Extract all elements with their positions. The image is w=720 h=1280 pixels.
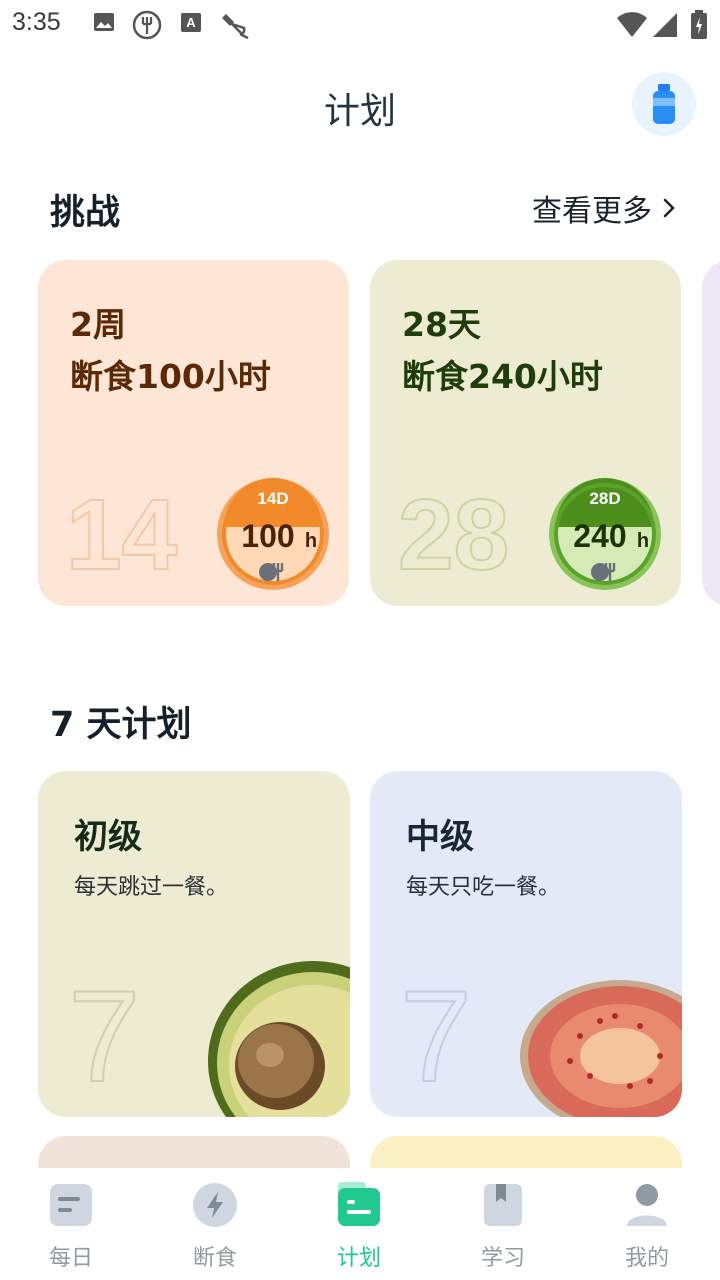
challenge-badge: 28D 240 h <box>549 478 661 590</box>
text-a-icon: A <box>181 13 201 32</box>
big-number-text: 14 <box>66 485 178 585</box>
avocado-image <box>208 961 350 1117</box>
status-time: 3:35 <box>12 8 61 36</box>
badge-hours: 240 <box>573 518 626 554</box>
image-icon <box>94 13 114 31</box>
challenge-section-title: 挑战 <box>50 193 121 233</box>
lightning-icon <box>193 1183 237 1227</box>
challenge-card-duration: 2周 <box>70 305 126 344</box>
plans-section-title: 7 天计划 <box>50 705 192 745</box>
profile-icon <box>627 1184 667 1226</box>
badge-unit: h <box>305 530 317 552</box>
nav-item-profile[interactable]: 我的 <box>592 1182 702 1272</box>
cell-signal-icon <box>653 13 677 37</box>
challenge-card-goal: 断食240小时 <box>402 357 603 396</box>
big-number-graphic: 7 <box>400 971 473 1091</box>
nav-item-plan[interactable]: 计划 <box>304 1182 414 1272</box>
satellite-icon <box>222 14 249 40</box>
bookmark-icon <box>484 1184 522 1226</box>
big-number-text: 7 <box>68 971 140 1091</box>
daily-icon <box>50 1184 92 1226</box>
challenge-badge: 14D 100 h <box>217 478 329 590</box>
fork-icon <box>132 10 162 40</box>
plan-icon <box>338 1182 380 1226</box>
big-number-text: 7 <box>400 971 472 1091</box>
nav-label: 学习 <box>480 1246 525 1271</box>
wifi-icon <box>617 12 647 38</box>
challenge-card-goal: 断食100小时 <box>70 357 271 396</box>
challenge-card-2-weeks[interactable]: 2周 断食100小时 14 14D 100 h <box>38 260 349 606</box>
big-number-graphic: 28 <box>398 485 510 585</box>
page-title: 计划 <box>323 91 396 132</box>
bottom-nav: 每日 断食 计划 学习 我的 <box>0 1168 720 1280</box>
badge-hours: 100 <box>241 518 294 554</box>
nav-label: 断食 <box>192 1246 237 1271</box>
chevron-right-icon <box>663 198 675 218</box>
plan-card-beginner[interactable]: 初级 每天跳过一餐。 7 <box>38 771 350 1117</box>
battery-icon <box>691 10 707 39</box>
status-bar: 3:35 A <box>0 0 720 50</box>
nav-label: 我的 <box>624 1246 669 1271</box>
challenge-card-28-days[interactable]: 28天 断食240小时 28 28D 240 h <box>370 260 681 606</box>
big-number-graphic: 7 <box>68 971 141 1091</box>
nav-label: 计划 <box>336 1246 381 1271</box>
badge-unit: h <box>637 530 649 552</box>
nav-label: 每日 <box>48 1246 93 1271</box>
plan-card-description: 每天跳过一餐。 <box>74 875 229 900</box>
big-number-text: 28 <box>398 485 509 585</box>
challenge-card-duration: 28天 <box>402 305 481 344</box>
badge-days: 14D <box>257 489 288 508</box>
nav-item-learn[interactable]: 学习 <box>448 1182 558 1272</box>
plate-fork-icon <box>259 563 284 581</box>
view-more-label: 查看更多 <box>532 194 652 229</box>
badge-days: 28D <box>589 489 620 508</box>
view-more-link[interactable]: 查看更多 <box>532 186 676 230</box>
nav-item-daily[interactable]: 每日 <box>16 1182 126 1272</box>
svg-text:A: A <box>186 15 196 30</box>
nav-item-fasting[interactable]: 断食 <box>160 1182 270 1272</box>
fig-image <box>520 980 682 1117</box>
challenge-card-peek[interactable] <box>702 260 720 606</box>
water-bottle-button[interactable] <box>632 72 696 136</box>
plan-card-intermediate[interactable]: 中级 每天只吃一餐。 7 <box>370 771 682 1117</box>
plan-card-title: 中级 <box>406 817 474 857</box>
plan-card-description: 每天只吃一餐。 <box>406 875 561 900</box>
water-bottle-icon <box>653 84 675 124</box>
plate-fork-icon <box>591 563 616 581</box>
plan-card-title: 初级 <box>74 817 142 857</box>
big-number-graphic: 14 <box>66 485 179 585</box>
